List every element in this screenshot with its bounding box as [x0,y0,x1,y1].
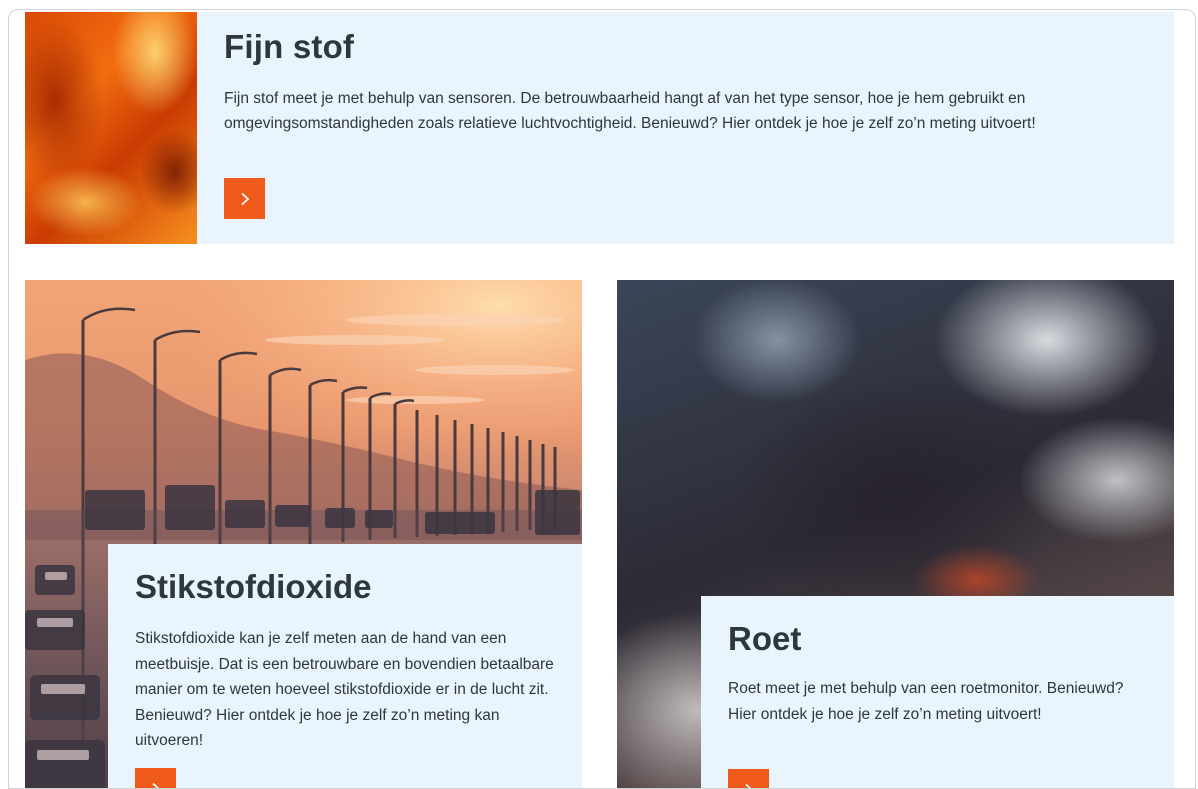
card-description: Fijn stof meet je met behulp van sensore… [224,86,1134,136]
fijn-stof-more-button[interactable] [224,178,265,219]
card-roet: Roet Roet meet je met behulp van een roe… [617,280,1174,789]
roet-more-button[interactable] [728,769,769,789]
page-frame: Fijn stof Fijn stof meet je met behulp v… [8,9,1196,789]
stikstofdioxide-more-button[interactable] [135,768,176,789]
card-title: Roet [728,620,801,658]
card-description: Roet meet je met behulp van een roetmoni… [728,676,1148,727]
card-fijn-stof: Fijn stof Fijn stof meet je met behulp v… [25,12,1174,244]
chevron-right-icon [238,192,252,206]
card-title: Fijn stof [224,28,354,66]
card-panel: Stikstofdioxide Stikstofdioxide kan je z… [108,544,582,789]
chevron-right-icon [742,783,756,789]
card-description: Stikstofdioxide kan je zelf meten aan de… [135,626,565,754]
card-panel: Roet Roet meet je met behulp van een roe… [701,596,1174,789]
fire-image [25,12,197,244]
card-title: Stikstofdioxide [135,568,372,606]
chevron-right-icon [149,782,163,789]
card-stikstofdioxide: Stikstofdioxide Stikstofdioxide kan je z… [25,280,582,789]
